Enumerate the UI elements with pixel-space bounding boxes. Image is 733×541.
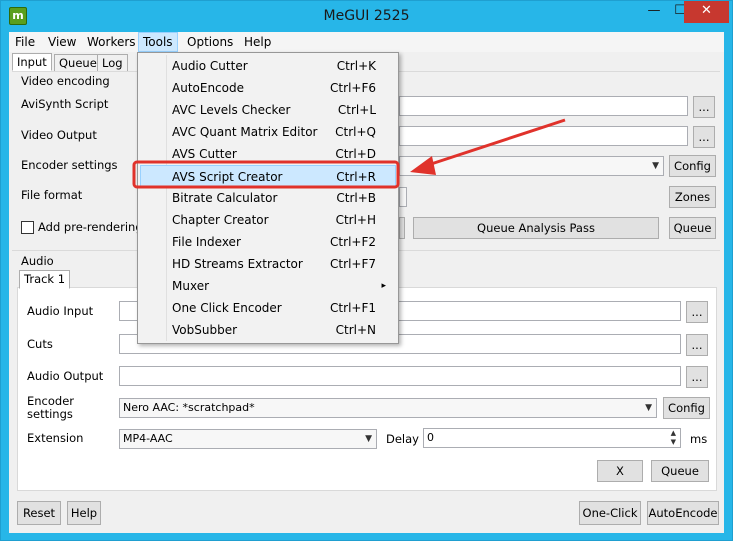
- annotation-arrow-line: [424, 118, 566, 168]
- annotation-highlight-box: [132, 160, 400, 189]
- annotation-arrow-head: [410, 156, 436, 175]
- annotation-overlay: [132, 118, 566, 189]
